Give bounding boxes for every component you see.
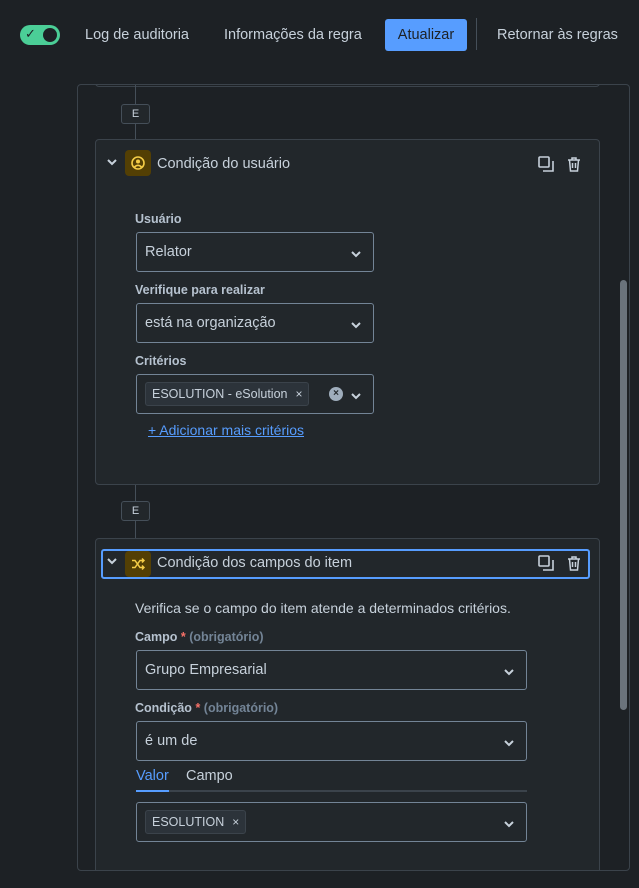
- chevron-down-icon: [351, 317, 361, 333]
- remove-tag-icon[interactable]: ×: [295, 387, 302, 401]
- selected-value: Relator: [145, 244, 192, 260]
- field-label: Campo * (obrigatório): [135, 630, 264, 644]
- toggle-knob: [43, 28, 57, 42]
- chevron-down-icon[interactable]: [107, 157, 117, 170]
- and-badge: E: [121, 501, 150, 521]
- scrollbar[interactable]: [620, 280, 627, 710]
- trash-icon[interactable]: [565, 155, 583, 173]
- rule-info-link[interactable]: Informações da regra: [224, 27, 362, 43]
- value-tag: ESOLUTION ×: [145, 810, 247, 834]
- previous-card: [95, 85, 600, 87]
- add-criteria-link[interactable]: + Adicionar mais critérios: [148, 422, 304, 438]
- divider: [476, 18, 477, 50]
- required-mark: *: [195, 701, 201, 715]
- selected-value: Grupo Empresarial: [145, 662, 267, 678]
- criteria-multiselect[interactable]: ESOLUTION - eSolution × ×: [136, 374, 374, 414]
- clear-icon[interactable]: ×: [329, 387, 343, 401]
- tag-label: ESOLUTION - eSolution: [152, 387, 288, 401]
- criteria-tag: ESOLUTION - eSolution ×: [145, 382, 310, 406]
- field-label-text: Campo: [135, 630, 178, 644]
- user-select[interactable]: Relator: [136, 232, 374, 272]
- field-condition-card: Condição dos campos do item Verifica se …: [95, 538, 600, 870]
- user-label: Usuário: [135, 212, 182, 226]
- rule-enabled-toggle[interactable]: ✓: [20, 25, 60, 45]
- field-condition-header[interactable]: Condição dos campos do item: [101, 549, 590, 579]
- required-mark: *: [180, 630, 186, 644]
- card-title: Condição do usuário: [157, 156, 291, 172]
- back-to-rules-link[interactable]: Retornar às regras: [497, 27, 618, 43]
- tab-valor[interactable]: Valor: [136, 768, 169, 792]
- chevron-down-icon: [504, 816, 514, 832]
- trash-icon[interactable]: [565, 554, 583, 572]
- chevron-down-icon: [504, 735, 514, 751]
- check-select[interactable]: está na organização: [136, 303, 374, 343]
- shuffle-icon: [125, 551, 151, 577]
- user-condition-card: Condição do usuário Usuário Relator Veri…: [95, 139, 600, 485]
- chevron-down-icon: [504, 664, 514, 680]
- chevron-down-icon[interactable]: [107, 556, 117, 569]
- condition-label-text: Condição: [135, 701, 192, 715]
- audit-log-link[interactable]: Log de auditoria: [85, 27, 189, 43]
- update-button[interactable]: Atualizar: [385, 19, 467, 51]
- and-badge: E: [121, 104, 150, 124]
- condition-label: Condição * (obrigatório): [135, 701, 278, 715]
- criteria-label: Critérios: [135, 354, 187, 368]
- user-icon: [125, 150, 151, 176]
- required-hint: (obrigatório): [189, 630, 264, 644]
- check-icon: ✓: [25, 26, 36, 41]
- user-condition-header[interactable]: Condição do usuário: [101, 150, 590, 180]
- tab-campo[interactable]: Campo: [186, 768, 233, 790]
- card-description: Verifica se o campo do item atende a det…: [135, 600, 511, 616]
- chevron-down-icon: [351, 388, 361, 404]
- selected-value: é um de: [145, 733, 198, 749]
- duplicate-icon[interactable]: [537, 155, 555, 173]
- card-title: Condição dos campos do item: [157, 555, 353, 571]
- rule-editor-panel: E Condição do usuário Usuário Relator Ve…: [77, 84, 630, 871]
- field-select[interactable]: Grupo Empresarial: [136, 650, 527, 690]
- condition-select[interactable]: é um de: [136, 721, 527, 761]
- top-bar: ✓ Log de auditoria Informações da regra …: [0, 0, 639, 70]
- remove-tag-icon[interactable]: ×: [232, 815, 239, 829]
- selected-value: está na organização: [145, 315, 276, 331]
- check-label: Verifique para realizar: [135, 283, 265, 297]
- duplicate-icon[interactable]: [537, 554, 555, 572]
- tag-label: ESOLUTION: [152, 815, 225, 829]
- chevron-down-icon: [351, 246, 361, 262]
- value-tabs: Valor Campo: [136, 768, 527, 792]
- value-multiselect[interactable]: ESOLUTION ×: [136, 802, 527, 842]
- required-hint: (obrigatório): [203, 701, 279, 715]
